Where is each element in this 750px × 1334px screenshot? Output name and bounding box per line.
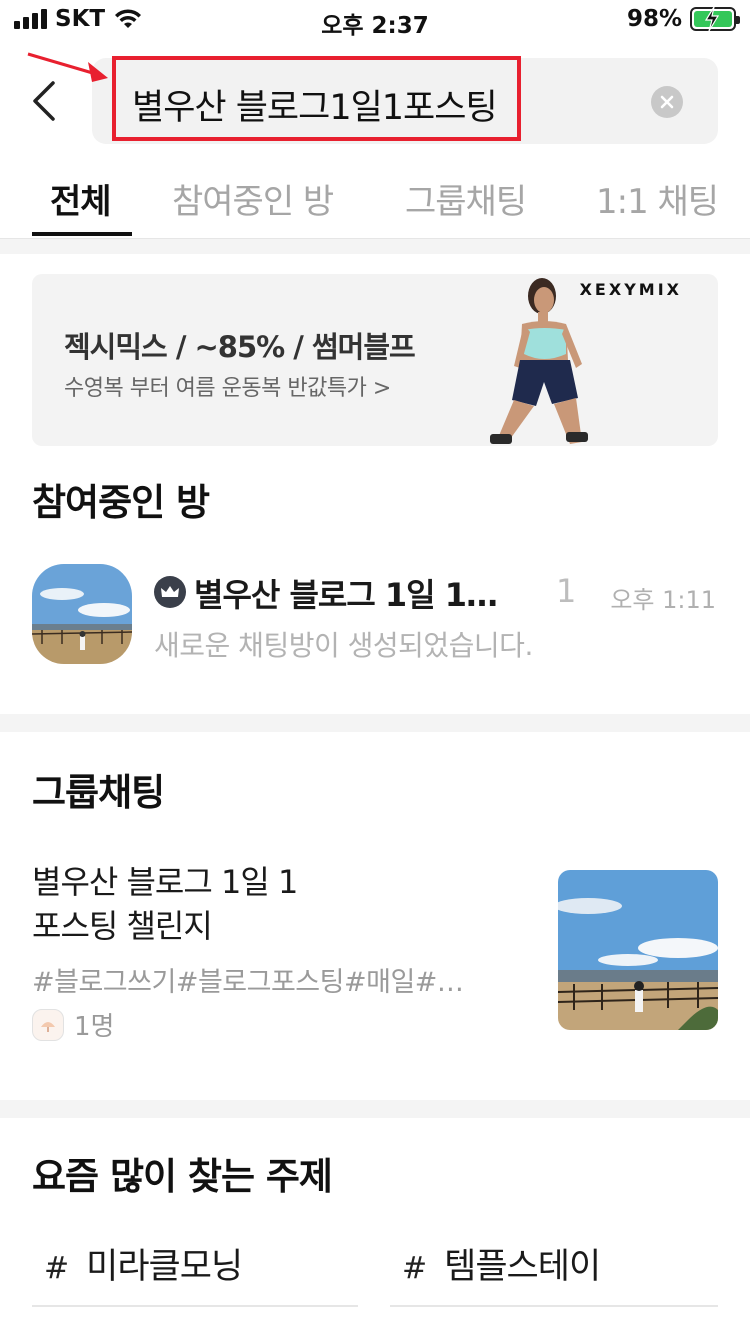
active-tab-indicator <box>32 232 132 236</box>
participating-section-title: 참여중인 방 <box>32 481 210 524</box>
status-bar: SKT 오후 2:37 98% <box>0 0 750 42</box>
tab-group-chat[interactable]: 그룹채팅 <box>405 174 527 223</box>
topic-label: 미라클모닝 <box>86 1247 243 1287</box>
group-chat-name[interactable]: 별우산 블로그 1일 1 포스팅 챌린지 <box>32 860 512 948</box>
room-name[interactable]: 별우산 블로그 1일 1… <box>194 570 498 616</box>
status-right: 98% <box>626 6 740 32</box>
member-avatar-icon <box>32 1008 64 1041</box>
red-arrow-annotation <box>27 52 108 82</box>
group-chat-section-title: 그룹채팅 <box>32 771 165 814</box>
ad-title: 젝시믹스 / ~85% / 썸머블프 <box>64 330 416 364</box>
tab-all[interactable]: 전체 <box>50 174 112 223</box>
divider <box>0 238 750 254</box>
crown-icon <box>161 586 179 597</box>
hash-icon: # <box>44 1251 69 1286</box>
room-photo <box>32 564 132 664</box>
room-thumbnail[interactable] <box>32 564 132 664</box>
room-timestamp: 오후 1:11 <box>610 586 716 614</box>
battery-icon <box>690 6 740 32</box>
section-divider <box>0 714 750 732</box>
topic-label: 템플스테이 <box>444 1247 601 1287</box>
group-chat-name-line2: 포스팅 챌린지 <box>32 907 213 945</box>
close-icon <box>660 95 674 109</box>
room-member-count: 1 <box>556 572 577 610</box>
member-count: 1명 <box>74 1012 115 1042</box>
charging-bolt-icon <box>704 6 720 32</box>
group-chat-name-line1: 별우산 블로그 1일 1 <box>32 863 298 901</box>
hash-icon: # <box>402 1251 427 1286</box>
ad-model-image <box>490 278 588 444</box>
ad-banner[interactable]: 젝시믹스 / ~85% / 썸머블프 수영복 부터 여름 운동복 반값특가 > … <box>32 274 718 446</box>
group-chat-hashtags: #블로그쓰기#블로그포스팅#매일#… <box>32 967 464 998</box>
clear-search-button[interactable] <box>651 86 683 118</box>
tab-participating[interactable]: 참여중인 방 <box>172 174 334 223</box>
tab-bar: 전체 참여중인 방 그룹채팅 1:1 채팅 <box>0 168 750 238</box>
topic-underline <box>390 1305 718 1307</box>
room-last-message: 새로운 채팅방이 생성되었습니다. <box>154 629 533 662</box>
ad-subtitle[interactable]: 수영복 부터 여름 운동복 반값특가 > <box>64 370 391 402</box>
topic-item-miracle-morning[interactable]: # 미라클모닝 <box>44 1238 243 1289</box>
trending-topics-title: 요즘 많이 찾는 주제 <box>32 1155 333 1198</box>
battery-percent: 98% <box>626 6 682 32</box>
topic-item-temple-stay[interactable]: # 템플스테이 <box>402 1238 601 1289</box>
owner-crown-badge <box>154 576 186 608</box>
section-divider-2 <box>0 1100 750 1118</box>
tab-one-to-one[interactable]: 1:1 채팅 <box>596 174 719 223</box>
search-input[interactable]: 별우산 블로그1일1포스팅 <box>132 79 498 130</box>
group-chat-photo <box>558 870 718 1030</box>
topic-underline <box>32 1305 358 1307</box>
member-row: 1명 <box>32 1006 114 1043</box>
group-chat-thumbnail[interactable] <box>558 870 718 1030</box>
